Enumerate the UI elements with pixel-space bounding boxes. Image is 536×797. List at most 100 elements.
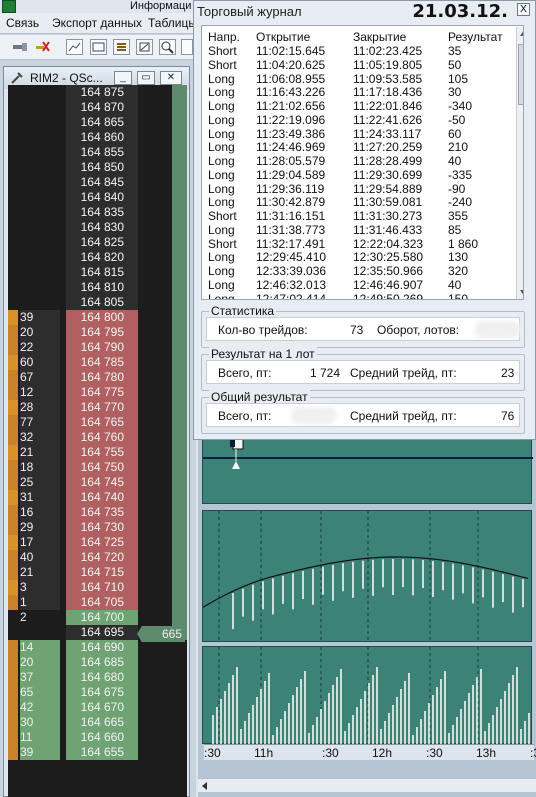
ladder-row[interactable]: 21 164 715: [8, 565, 187, 580]
cell-direction: Long: [208, 140, 235, 155]
ladder-row[interactable]: 164 815: [8, 265, 187, 280]
ladder-row[interactable]: 29 164 730: [8, 520, 187, 535]
menu-item-connection[interactable]: Связь: [6, 16, 39, 30]
indicator-panel[interactable]: [202, 510, 532, 643]
ladder-row[interactable]: 77 164 765: [8, 415, 187, 430]
ladder-row[interactable]: 25 164 745: [8, 475, 187, 490]
volume-panel[interactable]: [202, 646, 532, 745]
ladder-row[interactable]: 20 164 685: [8, 655, 187, 670]
cell-direction: Short: [208, 209, 237, 223]
journal-titlebar[interactable]: Торговый журнал 21.03.12. X: [194, 1, 535, 23]
ladder-price: 164 840: [66, 190, 138, 205]
ladder-row[interactable]: 39 164 800: [8, 310, 187, 325]
ladder-row[interactable]: 20 164 795: [8, 325, 187, 340]
ladder-row[interactable]: 18 164 750: [8, 460, 187, 475]
ladder-row[interactable]: 12 164 775: [8, 385, 187, 400]
cell-close: 12:46:46.907: [353, 277, 424, 292]
ladder-row[interactable]: 39 164 655: [8, 745, 187, 760]
cell-close: 11:22:41.626: [353, 112, 423, 127]
cell-close: 11:09:53.585: [353, 71, 423, 86]
ladder-row[interactable]: 37 164 680: [8, 670, 187, 685]
qty-strip: [8, 700, 18, 715]
window-split-icon[interactable]: [181, 39, 193, 55]
qty-strip: [8, 370, 18, 385]
ladder-qty: [20, 250, 60, 265]
maximize-button[interactable]: ▭: [137, 71, 155, 85]
close-button[interactable]: X: [517, 3, 530, 16]
ladder-qty: [20, 220, 60, 235]
close-button[interactable]: ✕: [160, 71, 182, 85]
ladder-row[interactable]: 164 805: [8, 295, 187, 310]
col-result[interactable]: Результат: [448, 30, 503, 44]
ladder-row[interactable]: 32 164 760: [8, 430, 187, 445]
col-open[interactable]: Открытие: [256, 30, 310, 44]
ladder-row[interactable]: 11 164 660: [8, 730, 187, 745]
per-lot-avg-value: 23: [501, 366, 515, 380]
ladder-row[interactable]: 164 835: [8, 205, 187, 220]
ladder-row[interactable]: 164 825: [8, 235, 187, 250]
cell-result: 50: [448, 57, 462, 72]
ladder-qty: [20, 280, 60, 295]
ladder-row[interactable]: 21 164 755: [8, 445, 187, 460]
col-direction[interactable]: Напр.: [208, 30, 240, 44]
ladder-row[interactable]: 164 855: [8, 145, 187, 160]
menu-item-export[interactable]: Экспорт данных: [52, 16, 142, 30]
ladder-row[interactable]: 14 164 690: [8, 640, 187, 655]
ladder-row[interactable]: 17 164 725: [8, 535, 187, 550]
ladder-row[interactable]: 30 164 665: [8, 715, 187, 730]
ladder-row[interactable]: 16 164 735: [8, 505, 187, 520]
qty-strip: [8, 655, 18, 670]
chart-icon[interactable]: [66, 39, 83, 55]
ladder-row[interactable]: 164 860: [8, 130, 187, 145]
search-icon[interactable]: [159, 39, 176, 55]
minimize-button[interactable]: _: [114, 71, 132, 85]
ladder-row[interactable]: 164 875: [8, 85, 187, 100]
ladder-row[interactable]: 31 164 740: [8, 490, 187, 505]
ladder-row[interactable]: 164 820: [8, 250, 187, 265]
ladder-row[interactable]: 1 164 705: [8, 595, 187, 610]
price-chart-panel[interactable]: [202, 438, 533, 504]
ladder-pad: [138, 730, 187, 745]
cell-close: 11:27:20.259: [353, 140, 423, 155]
cell-result: 40: [448, 277, 462, 292]
ladder-row[interactable]: 164 845: [8, 175, 187, 190]
col-close[interactable]: Закрытие: [353, 30, 406, 44]
ladder-row[interactable]: 164 840: [8, 190, 187, 205]
trades-count-label: Кол-во трейдов:: [218, 323, 308, 337]
disconnect-icon[interactable]: [34, 39, 51, 55]
connect-icon[interactable]: [12, 39, 29, 55]
cell-result: 35: [448, 44, 462, 58]
scroll-up-icon[interactable]: [520, 30, 524, 36]
qty-strip: [8, 565, 18, 580]
ladder-row[interactable]: 3 164 710: [8, 580, 187, 595]
cell-direction: Long: [208, 277, 235, 292]
info-window-tab[interactable]: Информаци: [130, 0, 193, 13]
cell-direction: Short: [208, 57, 237, 72]
scroll-left-icon[interactable]: [200, 781, 210, 791]
ladder-row[interactable]: 42 164 670: [8, 700, 187, 715]
ladder-row[interactable]: 67 164 780: [8, 370, 187, 385]
ladder-row[interactable]: 65 164 675: [8, 685, 187, 700]
ladder-qty: 21: [20, 445, 60, 460]
window-icon[interactable]: [90, 39, 107, 55]
scroll-down-icon[interactable]: [520, 290, 524, 296]
ladder-row[interactable]: 164 865: [8, 115, 187, 130]
menu-item-tables[interactable]: Таблицы: [148, 16, 197, 30]
ladder-row[interactable]: 2 164 700: [8, 610, 187, 625]
ladder-row[interactable]: 22 164 790: [8, 340, 187, 355]
vertical-scrollbar[interactable]: [516, 27, 524, 299]
ladder-row[interactable]: 28 164 770: [8, 400, 187, 415]
cell-direction: Short: [208, 236, 237, 251]
qty-strip: [8, 505, 18, 520]
ladder-row[interactable]: 164 870: [8, 100, 187, 115]
ladder-row[interactable]: 164 850: [8, 160, 187, 175]
ladder-row[interactable]: 164 810: [8, 280, 187, 295]
settings-icon[interactable]: [136, 39, 153, 55]
ladder-row[interactable]: 164 830: [8, 220, 187, 235]
scroll-thumb[interactable]: [518, 44, 523, 105]
ladder-row[interactable]: 60 164 785: [8, 355, 187, 370]
list-icon[interactable]: [113, 39, 130, 55]
qty-strip: [8, 310, 18, 325]
ladder-row[interactable]: 40 164 720: [8, 550, 187, 565]
horizontal-scrollbar[interactable]: [198, 778, 536, 792]
